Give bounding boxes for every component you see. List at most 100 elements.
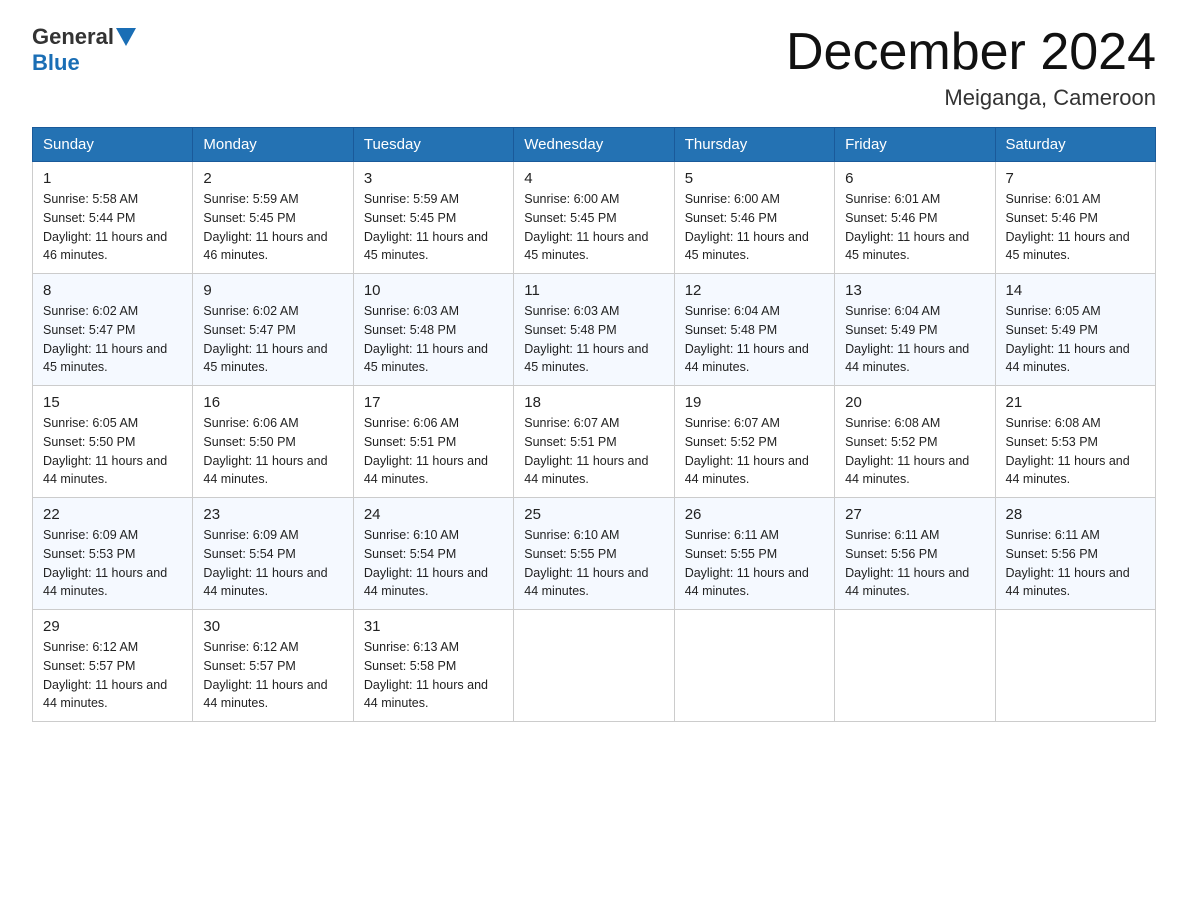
- day-number: 1: [43, 170, 182, 187]
- calendar-week-row: 15 Sunrise: 6:05 AMSunset: 5:50 PMDayligh…: [33, 386, 1156, 498]
- calendar-cell: 29 Sunrise: 6:12 AMSunset: 5:57 PMDayligh…: [33, 610, 193, 722]
- day-info: Sunrise: 6:00 AMSunset: 5:46 PMDaylight:…: [685, 192, 809, 262]
- title-block: December 2024 Meiganga, Cameroon: [786, 24, 1156, 111]
- calendar-week-row: 1Sunrise: 5:58 AMSunset: 5:44 PMDaylight…: [33, 162, 1156, 274]
- day-info: Sunrise: 6:04 AMSunset: 5:48 PMDaylight:…: [685, 304, 809, 374]
- day-number: 30: [203, 618, 342, 635]
- day-number: 8: [43, 282, 182, 299]
- day-number: 14: [1006, 282, 1145, 299]
- day-info: Sunrise: 6:06 AMSunset: 5:50 PMDaylight:…: [203, 416, 327, 486]
- month-title: December 2024: [786, 24, 1156, 81]
- day-info: Sunrise: 6:04 AMSunset: 5:49 PMDaylight:…: [845, 304, 969, 374]
- day-number: 19: [685, 394, 824, 411]
- day-info: Sunrise: 6:10 AMSunset: 5:54 PMDaylight:…: [364, 528, 488, 598]
- day-info: Sunrise: 6:02 AMSunset: 5:47 PMDaylight:…: [203, 304, 327, 374]
- day-header-sunday: Sunday: [33, 128, 193, 162]
- day-info: Sunrise: 5:59 AMSunset: 5:45 PMDaylight:…: [364, 192, 488, 262]
- day-info: Sunrise: 6:07 AMSunset: 5:52 PMDaylight:…: [685, 416, 809, 486]
- day-number: 24: [364, 506, 503, 523]
- calendar-week-row: 22 Sunrise: 6:09 AMSunset: 5:53 PMDayligh…: [33, 498, 1156, 610]
- calendar-cell: 15 Sunrise: 6:05 AMSunset: 5:50 PMDayligh…: [33, 386, 193, 498]
- day-number: 12: [685, 282, 824, 299]
- calendar-cell: 30Sunrise: 6:12 AMSunset: 5:57 PMDayligh…: [193, 610, 353, 722]
- location-subtitle: Meiganga, Cameroon: [786, 85, 1156, 111]
- calendar-cell: [835, 610, 995, 722]
- day-header-friday: Friday: [835, 128, 995, 162]
- day-info: Sunrise: 6:08 AMSunset: 5:52 PMDaylight:…: [845, 416, 969, 486]
- calendar-cell: 5 Sunrise: 6:00 AMSunset: 5:46 PMDaylight…: [674, 162, 834, 274]
- calendar-cell: 25 Sunrise: 6:10 AMSunset: 5:55 PMDayligh…: [514, 498, 674, 610]
- day-number: 10: [364, 282, 503, 299]
- day-number: 28: [1006, 506, 1145, 523]
- calendar-cell: 1Sunrise: 5:58 AMSunset: 5:44 PMDaylight…: [33, 162, 193, 274]
- day-info: Sunrise: 6:07 AMSunset: 5:51 PMDaylight:…: [524, 416, 648, 486]
- day-number: 16: [203, 394, 342, 411]
- day-info: Sunrise: 6:06 AMSunset: 5:51 PMDaylight:…: [364, 416, 488, 486]
- calendar-cell: [674, 610, 834, 722]
- calendar-cell: 17 Sunrise: 6:06 AMSunset: 5:51 PMDayligh…: [353, 386, 513, 498]
- logo-general-text: General: [32, 24, 114, 50]
- day-number: 17: [364, 394, 503, 411]
- day-info: Sunrise: 6:13 AMSunset: 5:58 PMDaylight:…: [364, 640, 488, 710]
- day-number: 3: [364, 170, 503, 187]
- calendar-body: 1Sunrise: 5:58 AMSunset: 5:44 PMDaylight…: [33, 162, 1156, 722]
- day-info: Sunrise: 6:03 AMSunset: 5:48 PMDaylight:…: [524, 304, 648, 374]
- day-info: Sunrise: 6:08 AMSunset: 5:53 PMDaylight:…: [1006, 416, 1130, 486]
- day-info: Sunrise: 6:09 AMSunset: 5:53 PMDaylight:…: [43, 528, 167, 598]
- day-number: 13: [845, 282, 984, 299]
- day-header-monday: Monday: [193, 128, 353, 162]
- calendar-cell: 6 Sunrise: 6:01 AMSunset: 5:46 PMDaylight…: [835, 162, 995, 274]
- day-number: 20: [845, 394, 984, 411]
- day-info: Sunrise: 5:59 AMSunset: 5:45 PMDaylight:…: [203, 192, 327, 262]
- calendar-cell: 27Sunrise: 6:11 AMSunset: 5:56 PMDayligh…: [835, 498, 995, 610]
- calendar-cell: 9Sunrise: 6:02 AMSunset: 5:47 PMDaylight…: [193, 274, 353, 386]
- day-header-saturday: Saturday: [995, 128, 1155, 162]
- day-info: Sunrise: 6:11 AMSunset: 5:55 PMDaylight:…: [685, 528, 809, 598]
- calendar-cell: 7Sunrise: 6:01 AMSunset: 5:46 PMDaylight…: [995, 162, 1155, 274]
- day-number: 27: [845, 506, 984, 523]
- day-number: 26: [685, 506, 824, 523]
- day-number: 2: [203, 170, 342, 187]
- calendar-week-row: 29 Sunrise: 6:12 AMSunset: 5:57 PMDayligh…: [33, 610, 1156, 722]
- calendar-cell: 31Sunrise: 6:13 AMSunset: 5:58 PMDayligh…: [353, 610, 513, 722]
- day-number: 25: [524, 506, 663, 523]
- day-number: 22: [43, 506, 182, 523]
- calendar-cell: 14 Sunrise: 6:05 AMSunset: 5:49 PMDayligh…: [995, 274, 1155, 386]
- page-header: General Blue December 2024 Meiganga, Cam…: [32, 24, 1156, 111]
- logo: General Blue: [32, 24, 138, 76]
- calendar-cell: 13 Sunrise: 6:04 AMSunset: 5:49 PMDayligh…: [835, 274, 995, 386]
- calendar-cell: 24 Sunrise: 6:10 AMSunset: 5:54 PMDayligh…: [353, 498, 513, 610]
- calendar-cell: 16 Sunrise: 6:06 AMSunset: 5:50 PMDayligh…: [193, 386, 353, 498]
- calendar-cell: 23Sunrise: 6:09 AMSunset: 5:54 PMDayligh…: [193, 498, 353, 610]
- logo-blue-text: Blue: [32, 50, 80, 76]
- calendar-cell: 19 Sunrise: 6:07 AMSunset: 5:52 PMDayligh…: [674, 386, 834, 498]
- day-info: Sunrise: 6:05 AMSunset: 5:50 PMDaylight:…: [43, 416, 167, 486]
- day-info: Sunrise: 6:01 AMSunset: 5:46 PMDaylight:…: [845, 192, 969, 262]
- calendar-cell: 22 Sunrise: 6:09 AMSunset: 5:53 PMDayligh…: [33, 498, 193, 610]
- calendar-cell: 8Sunrise: 6:02 AMSunset: 5:47 PMDaylight…: [33, 274, 193, 386]
- day-number: 23: [203, 506, 342, 523]
- calendar-cell: 26 Sunrise: 6:11 AMSunset: 5:55 PMDayligh…: [674, 498, 834, 610]
- logo-triangle-icon: [116, 28, 136, 46]
- day-number: 6: [845, 170, 984, 187]
- day-number: 18: [524, 394, 663, 411]
- calendar-week-row: 8 Sunrise: 6:02 AMSunset: 5:47 PMDaylight…: [33, 274, 1156, 386]
- calendar-cell: 21Sunrise: 6:08 AMSunset: 5:53 PMDayligh…: [995, 386, 1155, 498]
- calendar-cell: 3 Sunrise: 5:59 AMSunset: 5:45 PMDaylight…: [353, 162, 513, 274]
- day-number: 29: [43, 618, 182, 635]
- calendar-cell: 2 Sunrise: 5:59 AMSunset: 5:45 PMDaylight…: [193, 162, 353, 274]
- calendar-cell: 20 Sunrise: 6:08 AMSunset: 5:52 PMDayligh…: [835, 386, 995, 498]
- calendar-cell: [514, 610, 674, 722]
- calendar-header-row: SundayMondayTuesdayWednesdayThursdayFrid…: [33, 128, 1156, 162]
- day-info: Sunrise: 6:05 AMSunset: 5:49 PMDaylight:…: [1006, 304, 1130, 374]
- day-info: Sunrise: 6:11 AMSunset: 5:56 PMDaylight:…: [1006, 528, 1130, 598]
- day-info: Sunrise: 6:03 AMSunset: 5:48 PMDaylight:…: [364, 304, 488, 374]
- day-number: 15: [43, 394, 182, 411]
- day-info: Sunrise: 6:10 AMSunset: 5:55 PMDaylight:…: [524, 528, 648, 598]
- day-info: Sunrise: 6:01 AMSunset: 5:46 PMDaylight:…: [1006, 192, 1130, 262]
- calendar-cell: 10 Sunrise: 6:03 AMSunset: 5:48 PMDayligh…: [353, 274, 513, 386]
- day-number: 5: [685, 170, 824, 187]
- day-header-wednesday: Wednesday: [514, 128, 674, 162]
- day-info: Sunrise: 6:12 AMSunset: 5:57 PMDaylight:…: [43, 640, 167, 710]
- calendar-cell: 12 Sunrise: 6:04 AMSunset: 5:48 PMDayligh…: [674, 274, 834, 386]
